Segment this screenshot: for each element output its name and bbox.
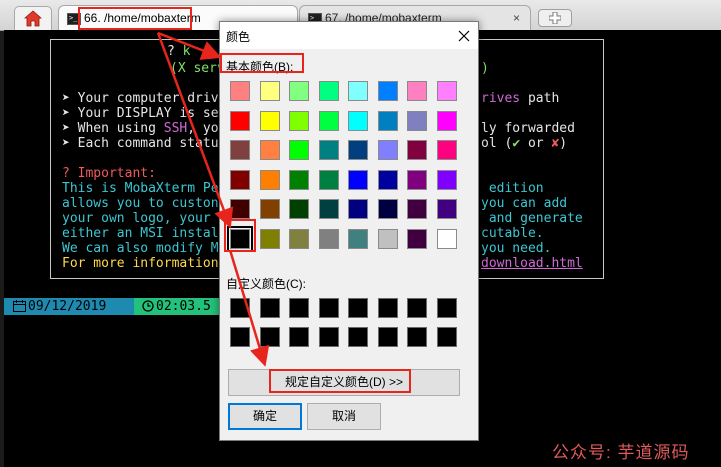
- arrow-to-define-button: [228, 249, 270, 367]
- annotation-arrows: [156, 31, 270, 367]
- arrow-to-basic-colors: [157, 31, 222, 60]
- arrow-to-selected-color: [156, 32, 234, 229]
